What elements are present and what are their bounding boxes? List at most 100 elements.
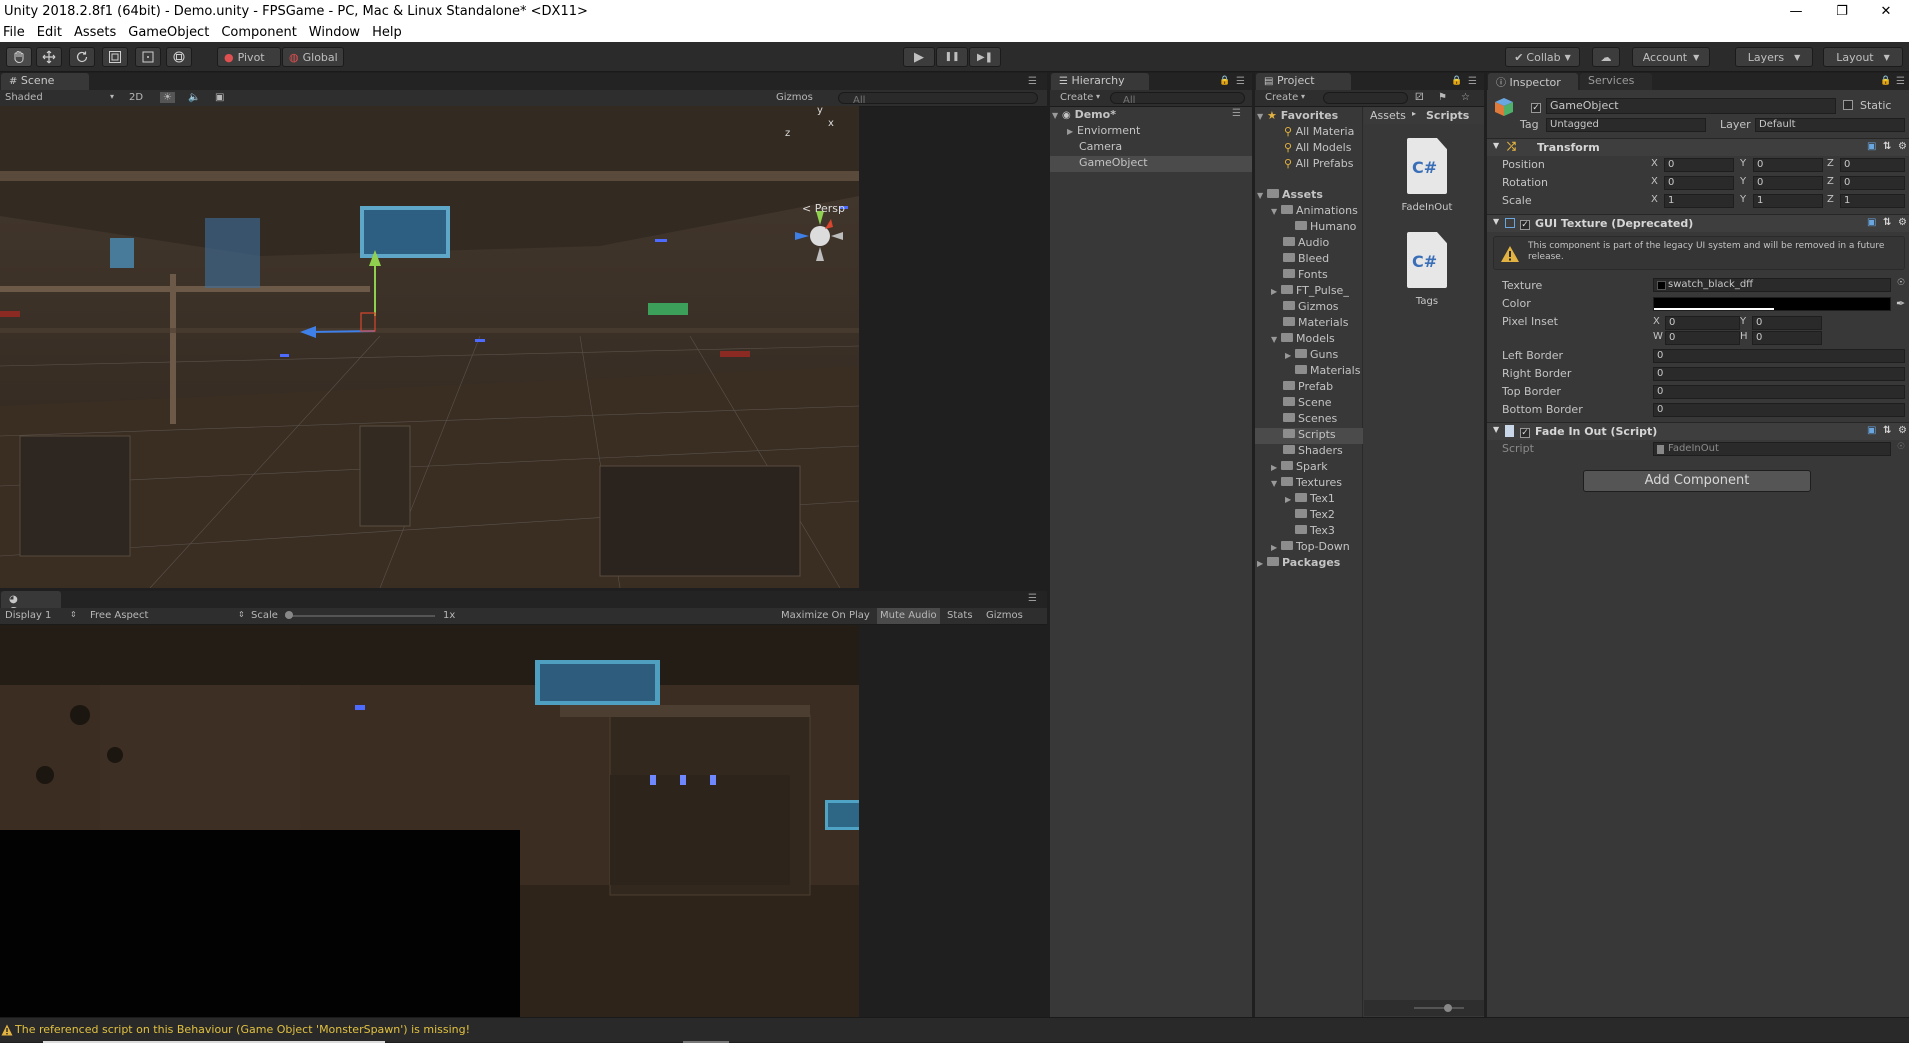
- lock-icon[interactable]: 🔒: [1219, 76, 1230, 86]
- menu-window[interactable]: Window: [303, 25, 366, 40]
- scene-menu-icon[interactable]: ☰: [1232, 108, 1241, 119]
- display-dropdown[interactable]: Display 1: [5, 610, 51, 621]
- inset-y-field[interactable]: 0: [1752, 316, 1822, 330]
- lighting-toggle-icon[interactable]: ☀: [160, 92, 175, 103]
- favorite-item[interactable]: ⚲ All Prefabs: [1284, 157, 1354, 173]
- tab-inspector[interactable]: ⓘ Inspector: [1488, 73, 1578, 90]
- search-by-label-icon[interactable]: ⚑: [1438, 92, 1447, 103]
- hierarchy-search-input[interactable]: All: [1110, 92, 1245, 106]
- fade-script-header[interactable]: ▼ ✓ Fade In Out (Script) ▣ ⇅ ⚙: [1487, 422, 1909, 440]
- favorites-header[interactable]: ▼ ★ Favorites: [1257, 109, 1338, 125]
- maximize-button[interactable]: ❐: [1819, 0, 1865, 22]
- folder-item[interactable]: ▼ Models: [1271, 332, 1335, 348]
- play-button[interactable]: ▶: [903, 47, 935, 67]
- gear-icon[interactable]: ⚙: [1898, 425, 1907, 436]
- panel-menu-icon[interactable]: ☰: [1028, 76, 1037, 87]
- hierarchy-create-button[interactable]: Create: [1060, 92, 1093, 103]
- folder-item[interactable]: Scenes: [1283, 412, 1337, 428]
- scale-x-field[interactable]: 1: [1664, 194, 1734, 208]
- scale-slider[interactable]: [285, 615, 435, 617]
- menu-help[interactable]: Help: [366, 25, 408, 40]
- asset-file[interactable]: C# Tags: [1401, 232, 1453, 312]
- layers-dropdown[interactable]: Layers ▼: [1735, 47, 1813, 67]
- shading-dropdown[interactable]: Shaded: [5, 92, 43, 103]
- help-icon[interactable]: ▣: [1867, 425, 1876, 436]
- transform-tool-icon[interactable]: [166, 47, 192, 67]
- assets-root[interactable]: ▼ Assets: [1257, 188, 1323, 204]
- position-y-field[interactable]: 0: [1753, 158, 1823, 172]
- rotation-y-field[interactable]: 0: [1753, 176, 1823, 190]
- asset-file[interactable]: C# FadeInOut: [1401, 138, 1453, 218]
- folder-item[interactable]: Materials: [1295, 364, 1360, 380]
- texture-field[interactable]: swatch_black_dff: [1653, 278, 1891, 292]
- preset-icon[interactable]: ⇅: [1883, 141, 1891, 152]
- folder-item[interactable]: Shaders: [1283, 444, 1343, 460]
- icon-size-slider-thumb[interactable]: [1444, 1004, 1452, 1012]
- folder-item[interactable]: Tex3: [1295, 524, 1335, 540]
- inset-x-field[interactable]: 0: [1665, 316, 1740, 330]
- lock-icon[interactable]: 🔒: [1880, 76, 1891, 86]
- scale-z-field[interactable]: 1: [1840, 194, 1905, 208]
- folder-item[interactable]: Audio: [1283, 236, 1329, 252]
- pivot-toggle[interactable]: ● Pivot: [217, 47, 281, 67]
- right-border-field[interactable]: 0: [1653, 367, 1905, 381]
- help-icon[interactable]: ▣: [1867, 217, 1876, 228]
- audio-toggle-icon[interactable]: 🔈: [188, 92, 200, 103]
- position-x-field[interactable]: 0: [1664, 158, 1734, 172]
- folder-item-selected[interactable]: Scripts: [1255, 428, 1363, 444]
- move-tool-icon[interactable]: [36, 47, 62, 67]
- search-by-type-icon[interactable]: ⚂: [1415, 92, 1424, 103]
- effects-toggle-icon[interactable]: ▣: [215, 92, 224, 103]
- rotate-tool-icon[interactable]: [69, 47, 95, 67]
- rotation-x-field[interactable]: 0: [1664, 176, 1734, 190]
- packages-root[interactable]: ▶ Packages: [1257, 556, 1340, 572]
- collab-dropdown[interactable]: ✔ Collab ▼: [1505, 47, 1580, 67]
- breadcrumb-current[interactable]: Scripts: [1426, 109, 1469, 122]
- scene-search-input[interactable]: All: [838, 92, 1038, 106]
- tag-dropdown[interactable]: Untagged: [1546, 118, 1706, 132]
- mute-audio-toggle[interactable]: Mute Audio: [877, 608, 940, 624]
- position-z-field[interactable]: 0: [1840, 158, 1905, 172]
- hierarchy-item-selected[interactable]: GameObject: [1050, 156, 1252, 172]
- folder-item[interactable]: Bleed: [1283, 252, 1329, 268]
- gear-icon[interactable]: ⚙: [1898, 141, 1907, 152]
- hierarchy-item[interactable]: ▶ Enviorment: [1067, 124, 1250, 140]
- folder-item[interactable]: ▶ Top-Down: [1271, 540, 1350, 556]
- folder-item[interactable]: ▼ Animations: [1271, 204, 1358, 220]
- folder-item[interactable]: ▶ FT_Pulse_: [1271, 284, 1349, 300]
- folder-item[interactable]: Materials: [1283, 316, 1348, 332]
- rect-tool-icon[interactable]: [135, 47, 161, 67]
- gear-icon[interactable]: ⚙: [1898, 217, 1907, 228]
- top-border-field[interactable]: 0: [1653, 385, 1905, 399]
- folder-item[interactable]: Prefab: [1283, 380, 1333, 396]
- scene-root-item[interactable]: ▼ ◉ Demo* ☰: [1052, 108, 1250, 124]
- panel-menu-icon[interactable]: ☰: [1236, 76, 1245, 87]
- persp-label[interactable]: < Persp: [802, 202, 845, 215]
- folder-item[interactable]: Gizmos: [1283, 300, 1339, 316]
- minimize-button[interactable]: —: [1773, 0, 1819, 22]
- folder-item[interactable]: ▶ Tex1: [1285, 492, 1335, 508]
- lock-icon[interactable]: 🔒: [1451, 76, 1462, 86]
- eyedropper-icon[interactable]: ✒: [1896, 297, 1905, 310]
- tab-scene[interactable]: # Scene: [1, 73, 89, 90]
- preset-icon[interactable]: ⇅: [1883, 425, 1891, 436]
- project-search-input[interactable]: [1323, 92, 1408, 104]
- add-component-button[interactable]: Add Component: [1583, 470, 1811, 492]
- tab-services[interactable]: Services: [1580, 73, 1652, 90]
- 2d-toggle[interactable]: 2D: [129, 92, 143, 103]
- left-border-field[interactable]: 0: [1653, 349, 1905, 363]
- folder-item[interactable]: Humano: [1295, 220, 1356, 236]
- panel-menu-icon[interactable]: ☰: [1896, 76, 1905, 87]
- favorite-icon[interactable]: ☆: [1461, 92, 1470, 103]
- tab-game[interactable]: ◕ Game: [1, 591, 61, 618]
- menu-edit[interactable]: Edit: [31, 25, 68, 40]
- gizmos-dropdown[interactable]: Gizmos: [986, 610, 1023, 621]
- tab-project[interactable]: ▤ Project: [1256, 73, 1351, 90]
- panel-menu-icon[interactable]: ☰: [1468, 76, 1477, 87]
- active-checkbox[interactable]: ✓: [1531, 99, 1541, 113]
- status-bar[interactable]: The referenced script on this Behaviour …: [0, 1017, 1909, 1043]
- bottom-border-field[interactable]: 0: [1653, 403, 1905, 417]
- folder-item[interactable]: ▶ Spark: [1271, 460, 1328, 476]
- folder-item[interactable]: Tex2: [1295, 508, 1335, 524]
- menu-assets[interactable]: Assets: [68, 25, 122, 40]
